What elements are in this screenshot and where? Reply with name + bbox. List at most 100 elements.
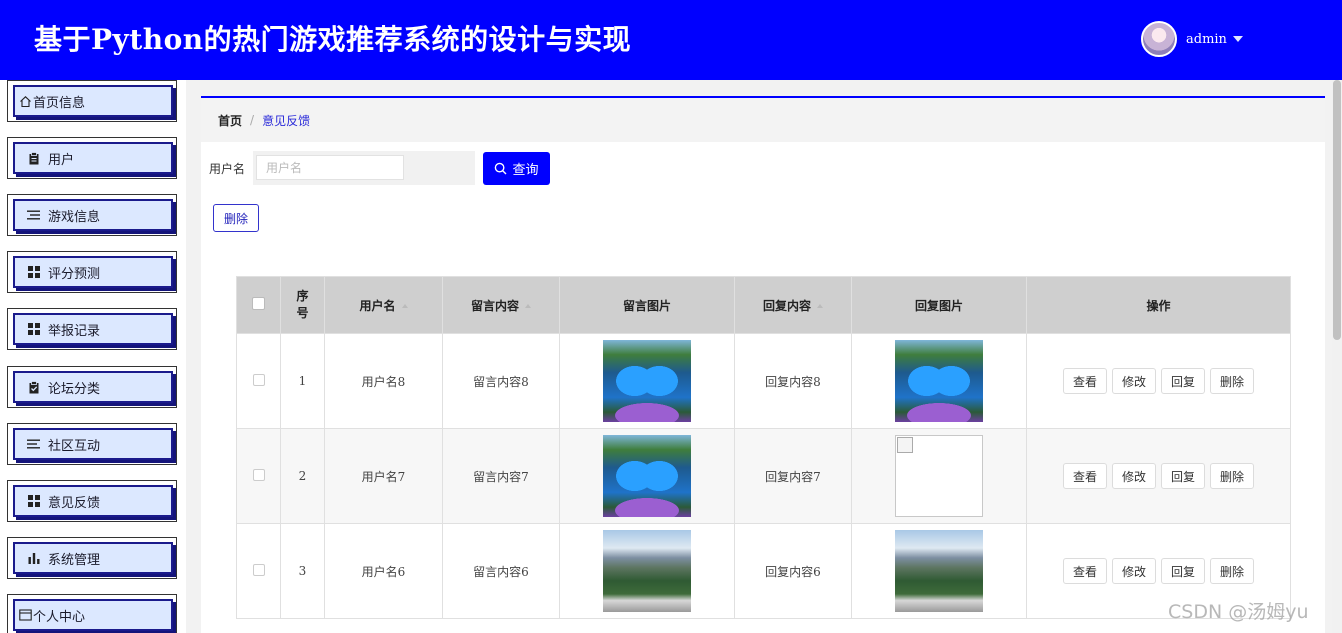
username-label[interactable]: admin — [1186, 32, 1227, 47]
grid-icon — [27, 495, 40, 508]
sidebar-item-rating-prediction[interactable]: 评分预测 — [7, 251, 177, 293]
sidebar-item-home-button[interactable]: 首页信息 — [13, 85, 173, 117]
breadcrumb-current: 意见反馈 — [262, 113, 311, 128]
query-button[interactable]: 查询 — [483, 152, 550, 185]
sidebar-item-reports[interactable]: 举报记录 — [7, 308, 177, 350]
column-message-label: 留言内容 — [470, 298, 519, 313]
feedback-table: 序号 用户名 留言内容 留言图片 回复内容 回复图片 操作 1 用户名8 留言内… — [236, 276, 1291, 619]
reply-button[interactable]: 回复 — [1161, 558, 1206, 584]
delete-button[interactable]: 删除 — [1210, 463, 1255, 489]
list-icon — [27, 209, 40, 222]
column-header[interactable]: 留言内容 — [442, 276, 560, 334]
sidebar-item-label: 系统管理 — [48, 552, 101, 568]
breadcrumb: 首页 / 意见反馈 — [201, 98, 1325, 142]
row-reply-image-cell — [851, 333, 1027, 429]
sidebar-item-game-info[interactable]: 游戏信息 — [7, 194, 177, 236]
sidebar-item-users-button[interactable]: 用户 — [13, 142, 173, 174]
column-header[interactable]: 用户名 — [324, 276, 443, 334]
row-reply-image-cell — [851, 523, 1027, 619]
sidebar-item-label: 社区互动 — [48, 438, 101, 454]
sidebar-item-feedback-button[interactable]: 意见反馈 — [13, 485, 173, 517]
column-header[interactable]: 回复内容 — [734, 276, 852, 334]
sidebar: 首页信息 用户 游戏信息 评分预测 举报记录 论坛分类 社区互动 意见反馈 系统… — [0, 80, 186, 633]
column-header: 操作 — [1026, 276, 1291, 334]
table-row: 3 用户名6 留言内容6 回复内容6 查看 修改 回复 删除 — [236, 523, 1291, 619]
query-button-label: 查询 — [512, 163, 539, 178]
sidebar-item-reports-button[interactable]: 举报记录 — [13, 313, 173, 345]
reply-image[interactable] — [895, 530, 983, 612]
row-checkbox[interactable] — [252, 563, 265, 576]
main-content: 首页 / 意见反馈 用户名 查询 删除 序号 用户名 留言内容 留言图片 回复 — [201, 96, 1325, 633]
reply-image[interactable] — [895, 340, 983, 422]
sidebar-item-label: 首页信息 — [33, 95, 86, 111]
sidebar-item-profile[interactable]: 个人中心 — [7, 594, 177, 633]
reply-button[interactable]: 回复 — [1161, 463, 1206, 489]
reply-button[interactable]: 回复 — [1161, 368, 1206, 394]
table-row: 2 用户名7 留言内容7 回复内容7 查看 修改 回复 删除 — [236, 428, 1291, 524]
page-scrollbar[interactable] — [1332, 80, 1342, 633]
edit-button[interactable]: 修改 — [1111, 368, 1156, 394]
search-label: 用户名 — [209, 162, 246, 176]
search-input[interactable] — [256, 155, 404, 180]
broken-image-icon[interactable] — [895, 435, 983, 517]
message-image[interactable] — [603, 435, 691, 517]
sidebar-item-game-info-button[interactable]: 游戏信息 — [13, 199, 173, 231]
message-image[interactable] — [603, 530, 691, 612]
table-row: 1 用户名8 留言内容8 回复内容8 查看 修改 回复 删除 — [236, 333, 1291, 429]
bar-chart-icon — [27, 552, 40, 565]
sort-icon[interactable] — [401, 304, 408, 308]
list-icon — [27, 438, 40, 451]
window-icon — [19, 609, 32, 622]
search-box — [253, 151, 475, 185]
view-button[interactable]: 查看 — [1062, 558, 1107, 584]
sidebar-item-label: 举报记录 — [48, 323, 101, 339]
row-reply: 回复内容8 — [734, 333, 852, 429]
row-message-image-cell — [559, 523, 735, 619]
sidebar-item-system-button[interactable]: 系统管理 — [13, 542, 173, 574]
row-reply: 回复内容7 — [734, 428, 852, 524]
breadcrumb-home[interactable]: 首页 — [218, 112, 242, 129]
sidebar-item-feedback[interactable]: 意见反馈 — [7, 480, 177, 522]
row-checkbox[interactable] — [252, 373, 265, 386]
row-checkbox[interactable] — [252, 468, 265, 481]
view-button[interactable]: 查看 — [1062, 463, 1107, 489]
grid-icon — [27, 323, 40, 336]
scrollbar-thumb[interactable] — [1333, 80, 1341, 340]
sidebar-item-users[interactable]: 用户 — [7, 137, 177, 179]
column-message-image-label: 留言图片 — [622, 298, 671, 313]
user-menu[interactable]: admin — [1141, 21, 1243, 57]
select-all-cell — [236, 276, 281, 334]
sidebar-item-system[interactable]: 系统管理 — [7, 537, 177, 579]
sidebar-item-rating-prediction-button[interactable]: 评分预测 — [13, 256, 173, 288]
home-icon — [19, 95, 32, 108]
sidebar-item-community[interactable]: 社区互动 — [7, 423, 177, 465]
edit-button[interactable]: 修改 — [1111, 463, 1156, 489]
sort-icon[interactable] — [525, 304, 531, 308]
batch-delete-button[interactable]: 删除 — [213, 204, 259, 232]
avatar[interactable] — [1141, 21, 1177, 57]
sidebar-item-community-button[interactable]: 社区互动 — [13, 428, 173, 460]
delete-button[interactable]: 删除 — [1210, 368, 1255, 394]
row-actions: 查看 修改 回复 删除 — [1026, 333, 1291, 429]
sidebar-item-forum-category-button[interactable]: 论坛分类 — [13, 371, 173, 403]
row-index: 3 — [280, 523, 325, 619]
sort-icon[interactable] — [817, 304, 823, 308]
sidebar-item-forum-category[interactable]: 论坛分类 — [7, 366, 177, 408]
sidebar-item-home[interactable]: 首页信息 — [7, 80, 177, 122]
message-image[interactable] — [603, 340, 691, 422]
row-username: 用户名7 — [324, 428, 443, 524]
row-message-image-cell — [559, 428, 735, 524]
select-all-checkbox[interactable] — [252, 297, 265, 310]
table-header-row: 序号 用户名 留言内容 留言图片 回复内容 回复图片 操作 — [236, 276, 1291, 334]
sidebar-item-profile-button[interactable]: 个人中心 — [13, 599, 173, 631]
sidebar-item-label: 个人中心 — [33, 609, 86, 625]
delete-button[interactable]: 删除 — [1210, 558, 1255, 584]
column-reply-label: 回复内容 — [762, 298, 811, 313]
watermark: CSDN @汤姆yu — [1168, 601, 1309, 623]
edit-button[interactable]: 修改 — [1111, 558, 1156, 584]
view-button[interactable]: 查看 — [1062, 368, 1107, 394]
row-index: 2 — [280, 428, 325, 524]
caret-down-icon[interactable] — [1232, 36, 1243, 42]
row-select-cell — [236, 523, 281, 619]
sidebar-item-label: 游戏信息 — [48, 209, 101, 225]
